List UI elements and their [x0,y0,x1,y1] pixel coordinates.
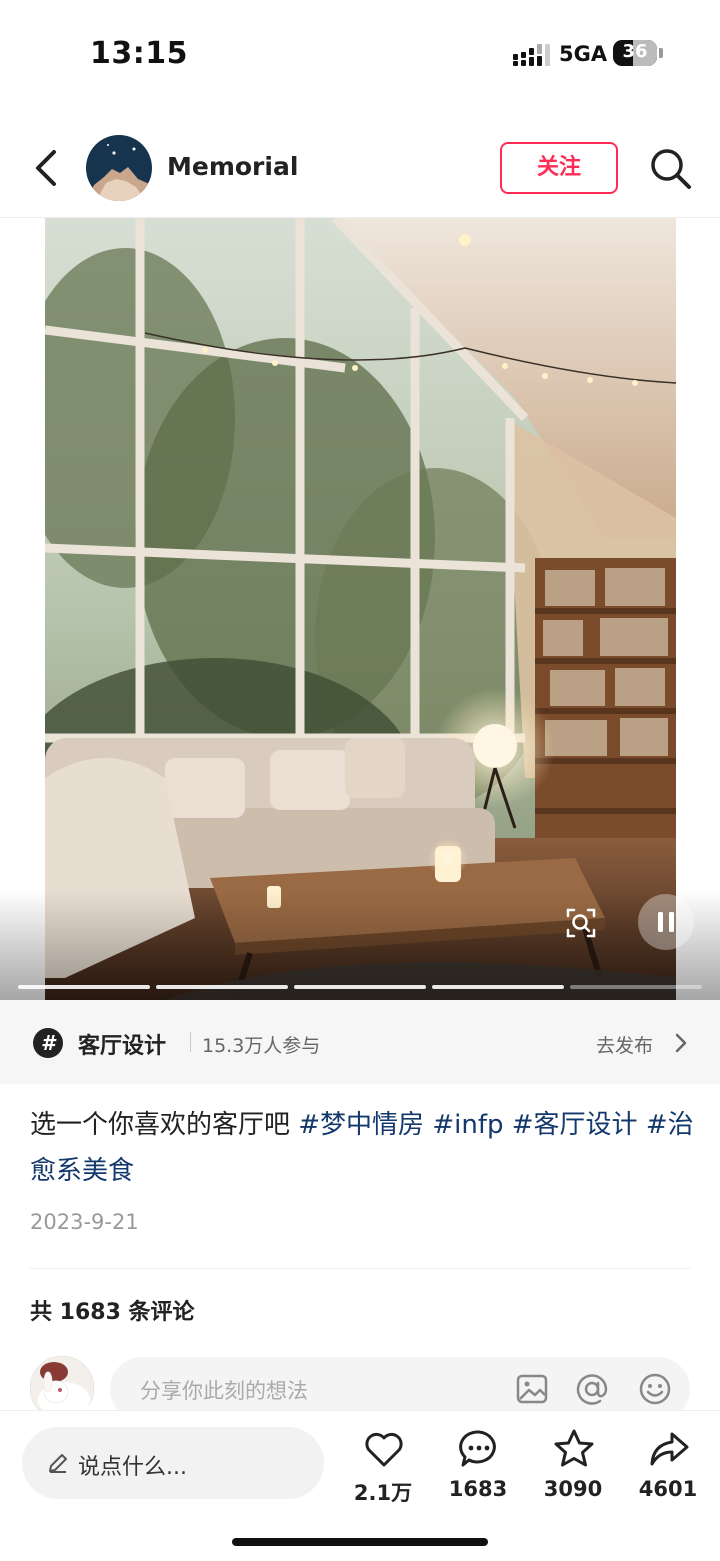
say-placeholder: 说点什么... [78,1455,187,1480]
image-search-icon[interactable] [560,902,602,944]
media-carousel[interactable] [0,218,720,1000]
battery-level: 36 [622,41,648,62]
topic-name: 客厅设计 [78,1034,167,1059]
comment-bubble-icon [459,1430,496,1467]
topic-row[interactable]: # 客厅设计 15.3万人参与 去发布 [0,1000,720,1084]
comment-placeholder: 分享你此刻的想法 [140,1379,308,1403]
heart-icon [365,1432,403,1467]
pencil-icon [49,1454,67,1473]
battery-tip [659,48,663,58]
battery-icon: 36 [613,40,657,66]
comments-count: 共 1683 条评论 [30,1300,195,1325]
author-avatar[interactable] [86,135,152,201]
topic-post-link[interactable]: 去发布 [596,1031,653,1058]
caption-text: 选一个你喜欢的客厅吧 [30,1110,299,1140]
post-photo[interactable] [45,218,676,1000]
mention-icon[interactable] [574,1371,610,1407]
comment-count: 1683 [448,1477,508,1501]
home-indicator [232,1538,488,1546]
say-something-input[interactable]: 说点什么... [22,1427,324,1499]
status-time: 13:15 [90,36,188,71]
hashtag-link[interactable]: #infp [432,1110,503,1140]
topic-divider [190,1032,191,1052]
star-icon [554,1429,594,1467]
favorite-count: 3090 [543,1477,603,1501]
pause-icon [658,912,674,932]
progress-segment [18,985,150,989]
progress-segment [570,985,702,989]
follow-button[interactable]: 关注 [500,142,618,194]
like-count: 2.1万 [353,1481,413,1505]
post-caption: 选一个你喜欢的客厅吧 #梦中情房 #infp #客厅设计 #治愈系美食 [30,1102,700,1194]
status-bar: 13:15 5GA 36 [0,0,720,100]
media-shade [0,890,720,1000]
emoji-icon[interactable] [637,1371,673,1407]
progress-segment [294,985,426,989]
network-label: 5GA [559,42,608,66]
hashtag-link[interactable]: #客厅设计 [512,1110,638,1140]
topic-participants: 15.3万人参与 [202,1035,321,1057]
back-icon[interactable] [26,142,70,194]
pause-button[interactable] [638,894,694,950]
topic-hashtag-icon: # [33,1028,63,1058]
section-divider [30,1268,690,1269]
comment-button[interactable]: 1683 [438,1427,518,1527]
progress-segment [156,985,288,989]
share-count: 4601 [638,1477,698,1501]
chevron-right-icon [675,1033,687,1053]
progress-segment [432,985,564,989]
slide-progress [18,985,702,989]
favorite-button[interactable]: 3090 [533,1427,613,1527]
post-header: Memorial 关注 [0,118,720,218]
image-icon[interactable] [514,1371,550,1407]
share-icon [650,1432,689,1466]
author-name[interactable]: Memorial [167,152,298,181]
search-icon[interactable] [648,146,694,192]
post-date: 2023-9-21 [30,1210,139,1234]
hashtag-link[interactable]: #梦中情房 [298,1110,424,1140]
like-button[interactable]: 2.1万 [343,1427,423,1527]
signal-icon [513,44,550,66]
share-button[interactable]: 4601 [628,1427,708,1527]
